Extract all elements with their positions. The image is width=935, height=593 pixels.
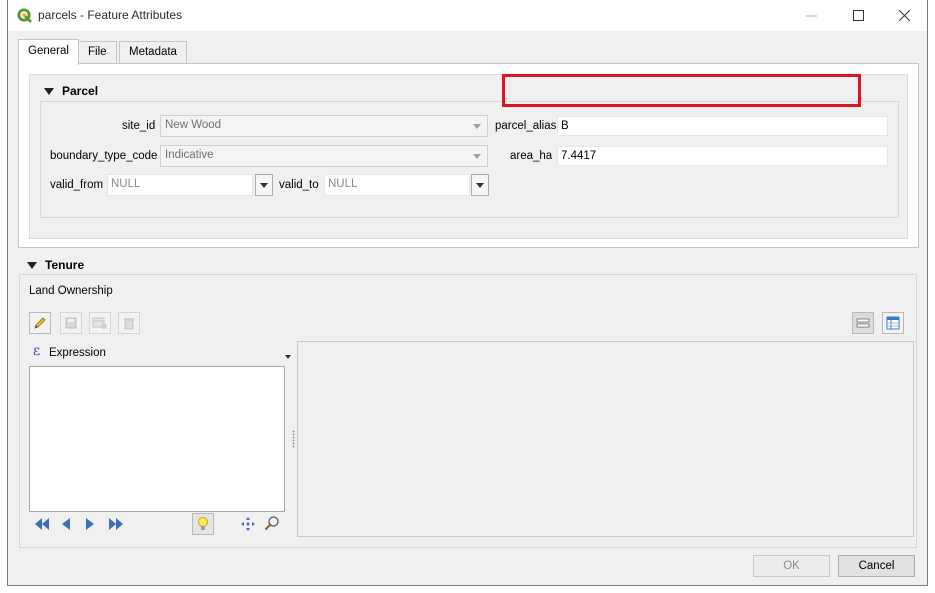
child-form-area	[297, 341, 914, 537]
boundary-type-code-label: boundary_type_code	[50, 150, 158, 162]
delete-icon	[124, 318, 134, 330]
ok-button[interactable]: OK	[753, 555, 830, 577]
parcel-alias-label: parcel_alias	[495, 120, 557, 132]
pan-icon[interactable]	[240, 516, 256, 532]
highlight-bulb-icon	[198, 517, 208, 530]
add-child-icon	[92, 317, 107, 329]
maximize-button[interactable]	[835, 0, 881, 31]
site-id-combo[interactable]: New Wood	[160, 115, 488, 137]
minimize-button[interactable]	[788, 0, 834, 31]
boundary-type-code-value: Indicative	[165, 149, 214, 161]
previous-icon[interactable]	[60, 517, 72, 531]
site-id-label: site_id	[122, 120, 156, 132]
valid-from-calendar-button[interactable]	[255, 174, 273, 196]
area-ha-label: area_ha	[510, 150, 553, 162]
tab-label: File	[88, 46, 107, 58]
chevron-down-icon	[473, 154, 481, 159]
tenure-group-title: Tenure	[45, 258, 85, 272]
table-view-icon	[886, 316, 900, 330]
parcel-group-header[interactable]: Parcel	[44, 84, 98, 98]
form-view-icon	[856, 318, 870, 328]
parcel-group-title: Parcel	[62, 84, 99, 98]
tab-file[interactable]: File	[78, 41, 117, 64]
delete-child-button[interactable]	[118, 312, 140, 334]
save-child-button[interactable]	[60, 312, 82, 334]
highlight-feature-button[interactable]	[192, 513, 214, 535]
cancel-button[interactable]: Cancel	[838, 555, 915, 577]
qgis-icon	[17, 8, 32, 23]
collapse-arrow-icon	[27, 262, 37, 270]
tab-metadata[interactable]: Metadata	[119, 41, 187, 64]
save-icon	[65, 317, 77, 329]
toggle-editing-button[interactable]	[29, 312, 51, 334]
parcel-fields-panel: site_id New Wood parcel_alias B boundary…	[40, 101, 899, 218]
minimize-icon	[805, 15, 817, 17]
tab-label: Metadata	[129, 46, 177, 58]
highlight-box	[502, 74, 861, 107]
maximize-icon	[852, 10, 864, 21]
pencil-icon	[34, 317, 46, 329]
site-id-value: New Wood	[165, 119, 222, 131]
valid-from-label: valid_from	[50, 179, 104, 191]
area-ha-field[interactable]: 7.4417	[557, 146, 888, 166]
close-icon	[898, 10, 910, 21]
tab-label: General	[28, 45, 69, 57]
title-bar: parcels - Feature Attributes	[8, 0, 927, 31]
last-icon[interactable]	[108, 517, 124, 531]
tab-general[interactable]: General	[18, 39, 79, 65]
boundary-type-code-combo[interactable]: Indicative	[160, 145, 488, 167]
feature-attributes-dialog: parcels - Feature Attributes General Fil…	[7, 0, 928, 586]
add-child-button[interactable]	[89, 312, 111, 334]
first-icon[interactable]	[34, 517, 50, 531]
expression-epsilon-icon: ε	[33, 343, 41, 359]
valid-to-calendar-button[interactable]	[471, 174, 489, 196]
window-title: parcels - Feature Attributes	[38, 8, 183, 22]
valid-to-label: valid_to	[279, 179, 319, 191]
chevron-down-icon	[473, 124, 481, 129]
collapse-arrow-icon	[44, 88, 54, 96]
valid-from-field[interactable]: NULL	[107, 174, 253, 196]
tenure-group-header[interactable]: Tenure	[27, 258, 84, 272]
expression-label: Expression	[49, 347, 106, 359]
parcel-alias-field[interactable]: B	[557, 116, 888, 136]
zoom-icon[interactable]	[264, 515, 280, 531]
relation-label: Land Ownership	[29, 285, 113, 297]
next-icon[interactable]	[84, 517, 96, 531]
expression-selector[interactable]: ε Expression	[29, 343, 293, 364]
table-view-button[interactable]	[882, 312, 904, 334]
chevron-down-icon	[285, 355, 291, 359]
close-button[interactable]	[881, 0, 927, 31]
valid-to-field[interactable]: NULL	[324, 174, 470, 196]
form-view-button[interactable]	[852, 312, 874, 334]
splitter-handle[interactable]	[292, 430, 295, 448]
feature-list[interactable]	[29, 366, 285, 512]
